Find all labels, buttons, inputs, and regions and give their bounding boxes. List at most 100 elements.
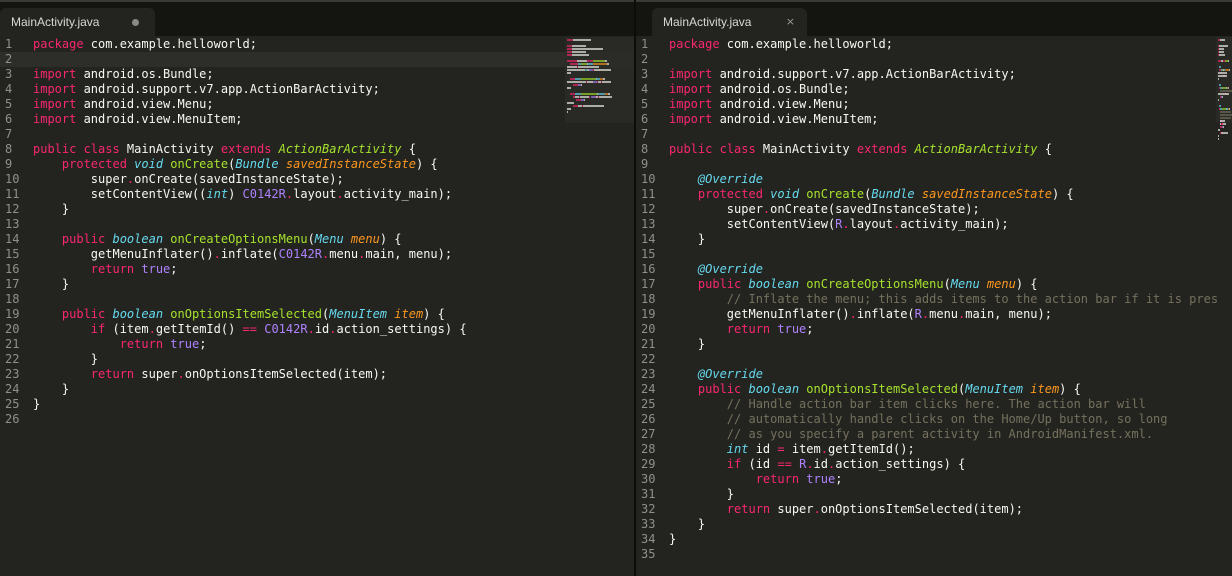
minimap-token — [567, 72, 571, 74]
code-line[interactable]: 19 public boolean onOptionsItemSelected(… — [0, 307, 634, 322]
code-line[interactable]: 29 if (id == R.id.action_settings) { — [636, 457, 1232, 472]
minimap-token — [582, 105, 604, 107]
code-line[interactable]: 19 getMenuInflater().inflate(R.menu.main… — [636, 307, 1232, 322]
code-text: if (item.getItemId() == C0142R.id.action… — [33, 322, 467, 337]
code-line[interactable]: 17 public boolean onCreateOptionsMenu(Me… — [636, 277, 1232, 292]
code-line[interactable]: 14 public boolean onCreateOptionsMenu(Me… — [0, 232, 634, 247]
code-text: } — [669, 517, 705, 532]
code-line[interactable]: 2 — [636, 52, 1232, 67]
code-line[interactable]: 21 } — [636, 337, 1232, 352]
code-text: package com.example.helloworld; — [669, 37, 893, 52]
code-line[interactable]: 24 public boolean onOptionsItemSelected(… — [636, 382, 1232, 397]
code-line[interactable]: 23 @Override — [636, 367, 1232, 382]
code-line[interactable]: 14 } — [636, 232, 1232, 247]
code-line[interactable]: 18 // Inflate the menu; this adds items … — [636, 292, 1232, 307]
code-line[interactable]: 3 import android.os.Bundle; — [0, 67, 634, 82]
unsaved-dot-icon[interactable] — [132, 19, 139, 26]
code-line[interactable]: 6 import android.view.MenuItem; — [0, 112, 634, 127]
code-line[interactable]: 16 @Override — [636, 262, 1232, 277]
code-token: boolean — [748, 277, 807, 291]
code-token: if — [726, 457, 749, 471]
code-line[interactable]: 1 package com.example.helloworld; — [636, 37, 1232, 52]
code-line[interactable]: 2 — [0, 52, 634, 67]
code-line[interactable]: 11 protected void onCreate(Bundle savedI… — [636, 187, 1232, 202]
minimap-token — [605, 60, 607, 62]
code-line[interactable]: 5 import android.view.Menu; — [636, 97, 1232, 112]
code-line[interactable]: 9 — [636, 157, 1232, 172]
code-token: getMenuInflater() — [33, 247, 214, 261]
code-line[interactable]: 25 // Handle action bar item clicks here… — [636, 397, 1232, 412]
code-line[interactable]: 35 — [636, 547, 1232, 562]
code-line[interactable]: 8 public class MainActivity extends Actio… — [0, 142, 634, 157]
code-token: return — [726, 502, 778, 516]
code-editor[interactable]: 1 package com.example.helloworld; 2 3 import… — [0, 37, 634, 576]
code-line[interactable]: 17 } — [0, 277, 634, 292]
code-line[interactable]: 32 return super.onOptionsItemSelected(it… — [636, 502, 1232, 517]
code-line[interactable]: 16 return true; — [0, 262, 634, 277]
minimap-token — [1222, 126, 1224, 128]
close-icon[interactable]: × — [786, 15, 795, 29]
code-line[interactable]: 30 return true; — [636, 472, 1232, 487]
code-line[interactable]: 22 } — [0, 352, 634, 367]
code-line[interactable]: 15 — [636, 247, 1232, 262]
code-line[interactable]: 28 int id = item.getItemId(); — [636, 442, 1232, 457]
code-text: } — [33, 382, 69, 397]
tab-main-activity-left[interactable]: MainActivity.java — [0, 8, 155, 38]
minimap-token — [1228, 60, 1230, 62]
code-line[interactable]: 8 public class MainActivity extends Actio… — [636, 142, 1232, 157]
code-line[interactable]: 10 @Override — [636, 172, 1232, 187]
code-line[interactable]: 5 import android.view.Menu; — [0, 97, 634, 112]
minimap-token — [581, 84, 583, 86]
code-line[interactable]: 4 import android.os.Bundle; — [636, 82, 1232, 97]
editor-pane-left: MainActivity.java 1 package com.example.h… — [0, 0, 634, 576]
minimap-token — [581, 78, 596, 80]
code-line[interactable]: 15 getMenuInflater().inflate(C0142R.menu… — [0, 247, 634, 262]
code-line[interactable]: 20 return true; — [636, 322, 1232, 337]
line-number: 3 — [5, 67, 13, 81]
code-line[interactable]: 1 package com.example.helloworld; — [0, 37, 634, 52]
code-token: . — [307, 322, 315, 336]
code-token: return — [90, 367, 142, 381]
code-line[interactable]: 13 — [0, 217, 634, 232]
code-editor[interactable]: 1 package com.example.helloworld; 2 3 import… — [636, 37, 1232, 576]
code-line[interactable]: 20 if (item.getItemId() == C0142R.id.act… — [0, 322, 634, 337]
code-token: Menu — [950, 277, 987, 291]
code-token: ; — [372, 82, 380, 96]
code-line[interactable]: 12 } — [0, 202, 634, 217]
code-text: return true; — [669, 322, 814, 337]
code-line[interactable]: 6 import android.view.MenuItem; — [636, 112, 1232, 127]
line-number: 15 — [641, 247, 656, 261]
code-line[interactable]: 10 super.onCreate(savedInstanceState); — [0, 172, 634, 187]
code-line[interactable]: 12 super.onCreate(savedInstanceState); — [636, 202, 1232, 217]
code-token: ) { — [1051, 187, 1074, 201]
code-text: getMenuInflater().inflate(R.menu.main, m… — [669, 307, 1052, 322]
code-token: { — [1037, 142, 1052, 156]
minimap[interactable] — [565, 37, 634, 123]
code-line[interactable]: 7 — [636, 127, 1232, 142]
code-line[interactable]: 18 — [0, 292, 634, 307]
code-text: return true; — [33, 262, 178, 277]
minimap-token — [597, 93, 605, 95]
code-line[interactable]: 31 } — [636, 487, 1232, 502]
code-line[interactable]: 26 // automatically handle clicks on the… — [636, 412, 1232, 427]
code-line[interactable]: 4 import android.support.v7.app.ActionBar… — [0, 82, 634, 97]
code-line[interactable]: 11 setContentView((int) C0142R.layout.ac… — [0, 187, 634, 202]
code-line[interactable]: 27 // as you specify a parent activity i… — [636, 427, 1232, 442]
code-line[interactable]: 25} — [0, 397, 634, 412]
tab-main-activity-right[interactable]: MainActivity.java × — [652, 8, 807, 38]
code-line[interactable]: 22 — [636, 352, 1232, 367]
code-line[interactable]: 21 return true; — [0, 337, 634, 352]
code-line[interactable]: 24 } — [0, 382, 634, 397]
code-line[interactable]: 13 setContentView(R.layout.activity_main… — [636, 217, 1232, 232]
code-line[interactable]: 7 — [0, 127, 634, 142]
code-line[interactable]: 26 — [0, 412, 634, 427]
line-number: 25 — [641, 397, 656, 411]
code-line[interactable]: 34} — [636, 532, 1232, 547]
minimap-token — [1222, 132, 1228, 134]
code-line[interactable]: 33 } — [636, 517, 1232, 532]
code-line[interactable]: 23 return super.onOptionsItemSelected(it… — [0, 367, 634, 382]
code-line[interactable]: 3 import android.support.v7.app.ActionBar… — [636, 67, 1232, 82]
code-line[interactable]: 9 protected void onCreate(Bundle savedIn… — [0, 157, 634, 172]
minimap[interactable] — [1216, 37, 1232, 140]
